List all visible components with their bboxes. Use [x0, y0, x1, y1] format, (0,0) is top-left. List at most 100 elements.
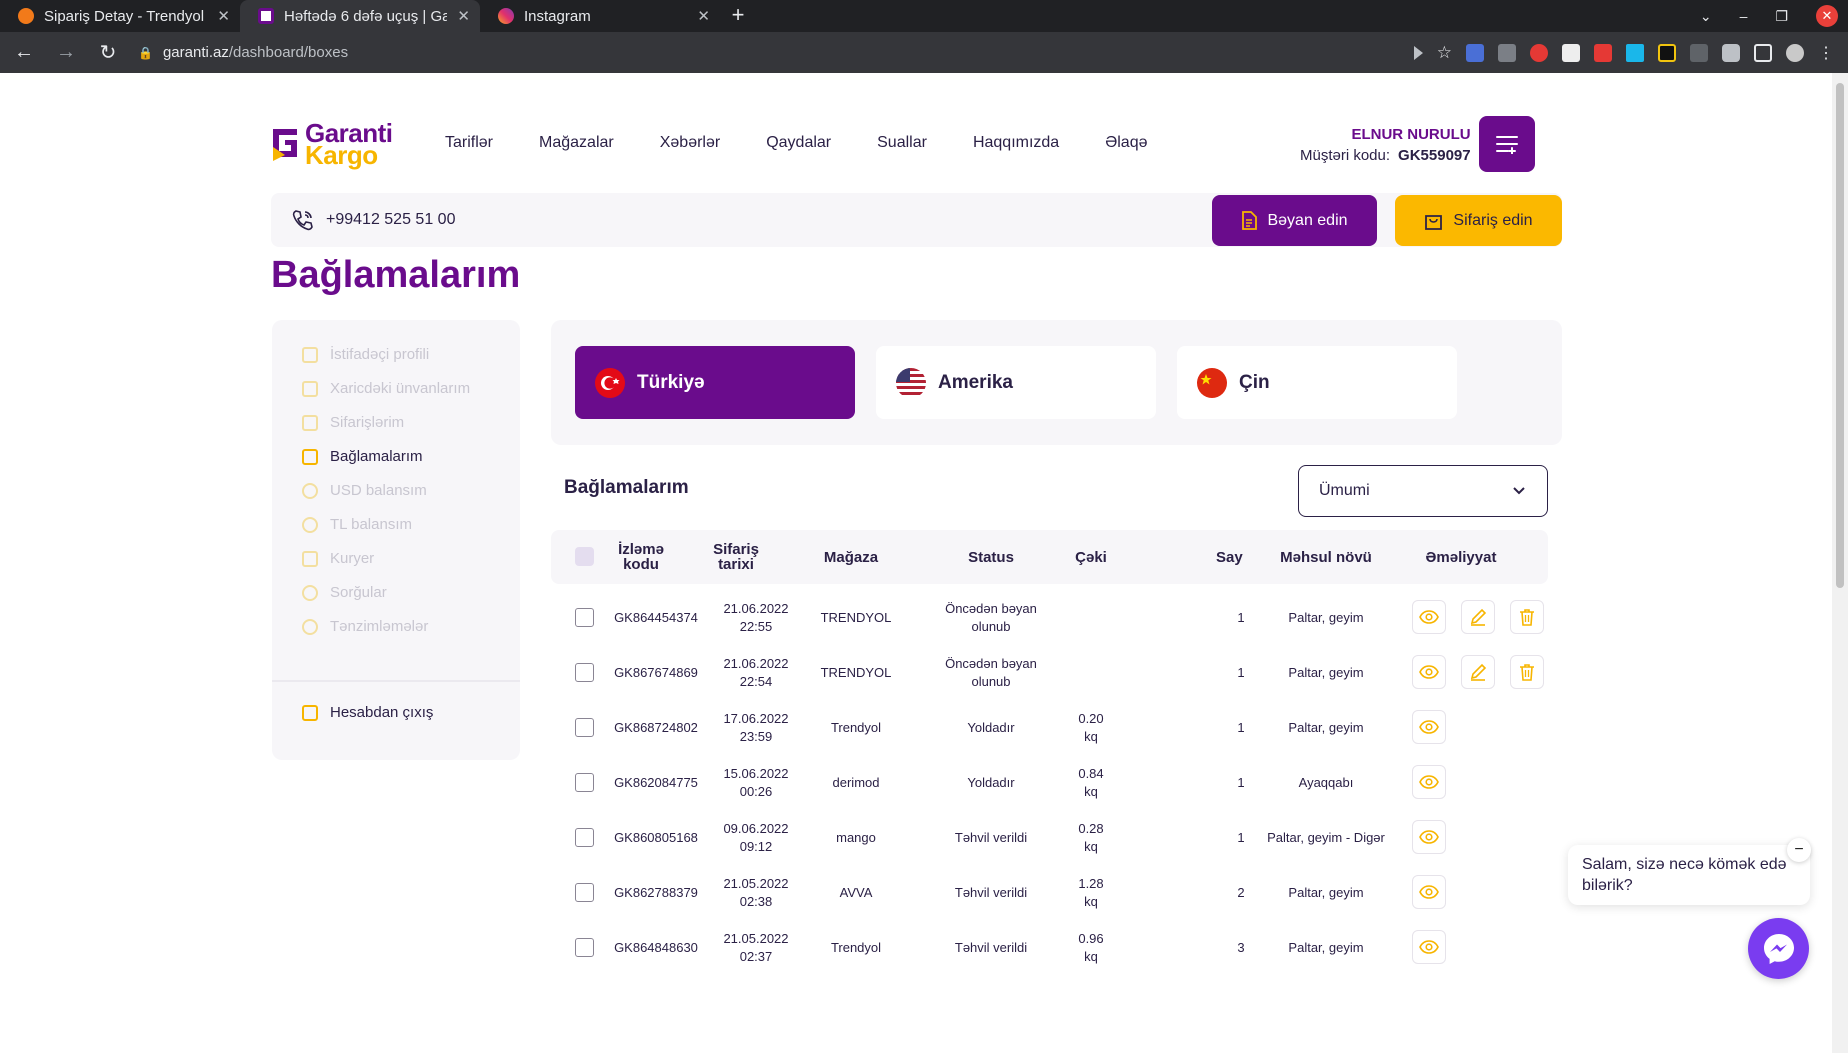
order-date: 21.05.2022 — [723, 930, 789, 946]
minimize-window-button[interactable]: – — [1740, 8, 1748, 24]
nav-item-faq[interactable]: Suallar — [877, 134, 927, 152]
sidebar-item-settings[interactable]: Tənzimləmələr — [302, 618, 428, 635]
user-menu-button[interactable] — [1479, 116, 1535, 172]
close-window-button[interactable]: ✕ — [1816, 5, 1838, 27]
new-tab-button[interactable]: + — [720, 0, 756, 32]
send-icon[interactable] — [1413, 45, 1423, 60]
chrome-menu-icon[interactable]: ⋮ — [1818, 43, 1834, 63]
vimeo-extension-icon[interactable] — [1626, 43, 1644, 62]
video-extension-icon[interactable] — [1594, 43, 1612, 62]
nav-item-contact[interactable]: Əlaqə — [1105, 134, 1147, 152]
eye-icon — [1419, 665, 1439, 679]
window-controls: ⌄ – ❐ ✕ — [1700, 0, 1848, 32]
view-button[interactable] — [1412, 765, 1446, 799]
logout-label: Hesabdan çıxış — [330, 704, 434, 721]
address-bar[interactable]: 🔒 garanti.az/dashboard/boxes — [138, 38, 348, 68]
chat-minimize-button[interactable]: − — [1787, 838, 1811, 862]
browser-tab[interactable]: Sipariş Detay - Trendyol ✕ — [0, 0, 240, 32]
close-tab-icon[interactable]: ✕ — [697, 7, 710, 25]
page-scrollbar[interactable] — [1832, 73, 1848, 1053]
col-order-date[interactable]: Sifariş tarixi — [696, 530, 776, 584]
red-extension-icon[interactable] — [1530, 43, 1548, 62]
order-date: 15.06.2022 — [723, 765, 789, 781]
phone-number: +99412 525 51 00 — [326, 211, 456, 228]
sidebar-item-packages[interactable]: Bağlamalarım — [302, 448, 423, 465]
sidebar-item-label: TL balansım — [330, 516, 412, 533]
col-tracking-code[interactable]: İzləmə kodu — [606, 530, 676, 584]
sidebar-item-queries[interactable]: Sorğular — [302, 584, 387, 601]
row-checkbox[interactable] — [575, 938, 594, 957]
tab-china[interactable]: Çin — [1177, 346, 1457, 419]
sidebar-item-profile[interactable]: İstifadəçi profili — [302, 346, 429, 363]
nav-item-rules[interactable]: Qaydalar — [766, 134, 831, 152]
edit-button[interactable] — [1461, 600, 1495, 634]
delete-button[interactable] — [1510, 655, 1544, 689]
declare-button[interactable]: Bəyan edin — [1212, 195, 1377, 246]
scrollbar-thumb[interactable] — [1836, 83, 1844, 588]
view-button[interactable] — [1412, 655, 1446, 689]
row-checkbox[interactable] — [575, 828, 594, 847]
pencil-icon — [1469, 608, 1487, 626]
sidebar-item-label: Xaricdəki ünvanlarım — [330, 380, 471, 397]
messenger-button[interactable] — [1748, 918, 1809, 979]
country-tabs: Türkiyə Amerika Çin — [551, 320, 1562, 445]
phone-contact[interactable]: +99412 525 51 00 — [292, 209, 455, 231]
gear-icon — [302, 618, 318, 635]
quantity: 3 — [1237, 939, 1245, 955]
logout-link[interactable]: Hesabdan çıxış — [302, 704, 433, 721]
n-extension-icon[interactable] — [1658, 43, 1676, 62]
url-path: /dashboard/boxes — [228, 44, 349, 61]
close-tab-icon[interactable]: ✕ — [457, 7, 470, 25]
row-checkbox[interactable] — [575, 608, 594, 627]
row-checkbox[interactable] — [575, 773, 594, 792]
reload-icon[interactable]: ↻ — [96, 40, 120, 65]
view-button[interactable] — [1412, 930, 1446, 964]
forward-icon[interactable]: → — [54, 41, 78, 64]
row-checkbox[interactable] — [575, 883, 594, 902]
order-button[interactable]: Sifariş edin — [1395, 195, 1562, 246]
garanti-kargo-logo[interactable]: Garanti Kargo — [271, 120, 393, 168]
menu-plus-icon — [1496, 136, 1518, 154]
status-text: Təhvil verildi — [954, 829, 1028, 845]
nav-item-about[interactable]: Haqqımızda — [973, 134, 1059, 152]
select-all-checkbox[interactable] — [575, 547, 594, 566]
pdf-extension-icon[interactable] — [1562, 43, 1580, 62]
tab-america[interactable]: Amerika — [876, 346, 1156, 419]
row-checkbox[interactable] — [575, 718, 594, 737]
chat-greeting[interactable]: Salam, sizə necə kömək edə bilərik? — [1568, 845, 1810, 905]
sidebar-item-addresses[interactable]: Xaricdəki ünvanlarım — [302, 380, 470, 397]
sidebar-item-courier[interactable]: Kuryer — [302, 550, 374, 567]
sidebar-item-usd-balance[interactable]: USD balansım — [302, 482, 427, 499]
edit-button[interactable] — [1461, 655, 1495, 689]
nav-item-stores[interactable]: Mağazalar — [539, 134, 614, 152]
restore-window-button[interactable]: ❐ — [1775, 8, 1788, 25]
side-panel-icon[interactable] — [1754, 43, 1772, 62]
row-checkbox[interactable] — [575, 663, 594, 682]
view-button[interactable] — [1412, 820, 1446, 854]
nav-item-news[interactable]: Xəbərlər — [660, 134, 720, 152]
puzzle-extensions-icon[interactable] — [1722, 43, 1740, 62]
translate-extension-icon[interactable] — [1466, 43, 1484, 62]
view-button[interactable] — [1412, 875, 1446, 909]
browser-tab[interactable]: Instagram ✕ — [480, 0, 720, 32]
pen-extension-icon[interactable] — [1498, 43, 1516, 62]
nav-item-tariffs[interactable]: Tariflər — [445, 134, 493, 152]
sidebar-item-orders[interactable]: Sifarişlərim — [302, 414, 404, 431]
store-name: Trendyol — [830, 939, 882, 955]
view-button[interactable] — [1412, 600, 1446, 634]
browser-tab-title: Sipariş Detay - Trendyol — [44, 7, 205, 25]
grid-extension-icon[interactable] — [1690, 43, 1708, 62]
tab-turkey[interactable]: Türkiyə — [575, 346, 855, 419]
delete-button[interactable] — [1510, 600, 1544, 634]
col-qty: Say — [1216, 530, 1243, 584]
sidebar-item-tl-balance[interactable]: TL balansım — [302, 516, 412, 533]
status-filter-select[interactable]: Ümumi — [1298, 465, 1548, 517]
back-icon[interactable]: ← — [12, 41, 36, 64]
view-button[interactable] — [1412, 710, 1446, 744]
tab-search-icon[interactable]: ⌄ — [1700, 8, 1712, 25]
close-tab-icon[interactable]: ✕ — [217, 7, 230, 25]
profile-avatar[interactable] — [1786, 43, 1804, 62]
browser-tab-active[interactable]: Həftədə 6 dəfə uçuş | Gar ✕ — [240, 0, 480, 32]
table-header: İzləmə kodu Sifariş tarixi Mağaza Status… — [551, 530, 1548, 584]
bookmark-star-icon[interactable]: ☆ — [1437, 43, 1452, 63]
